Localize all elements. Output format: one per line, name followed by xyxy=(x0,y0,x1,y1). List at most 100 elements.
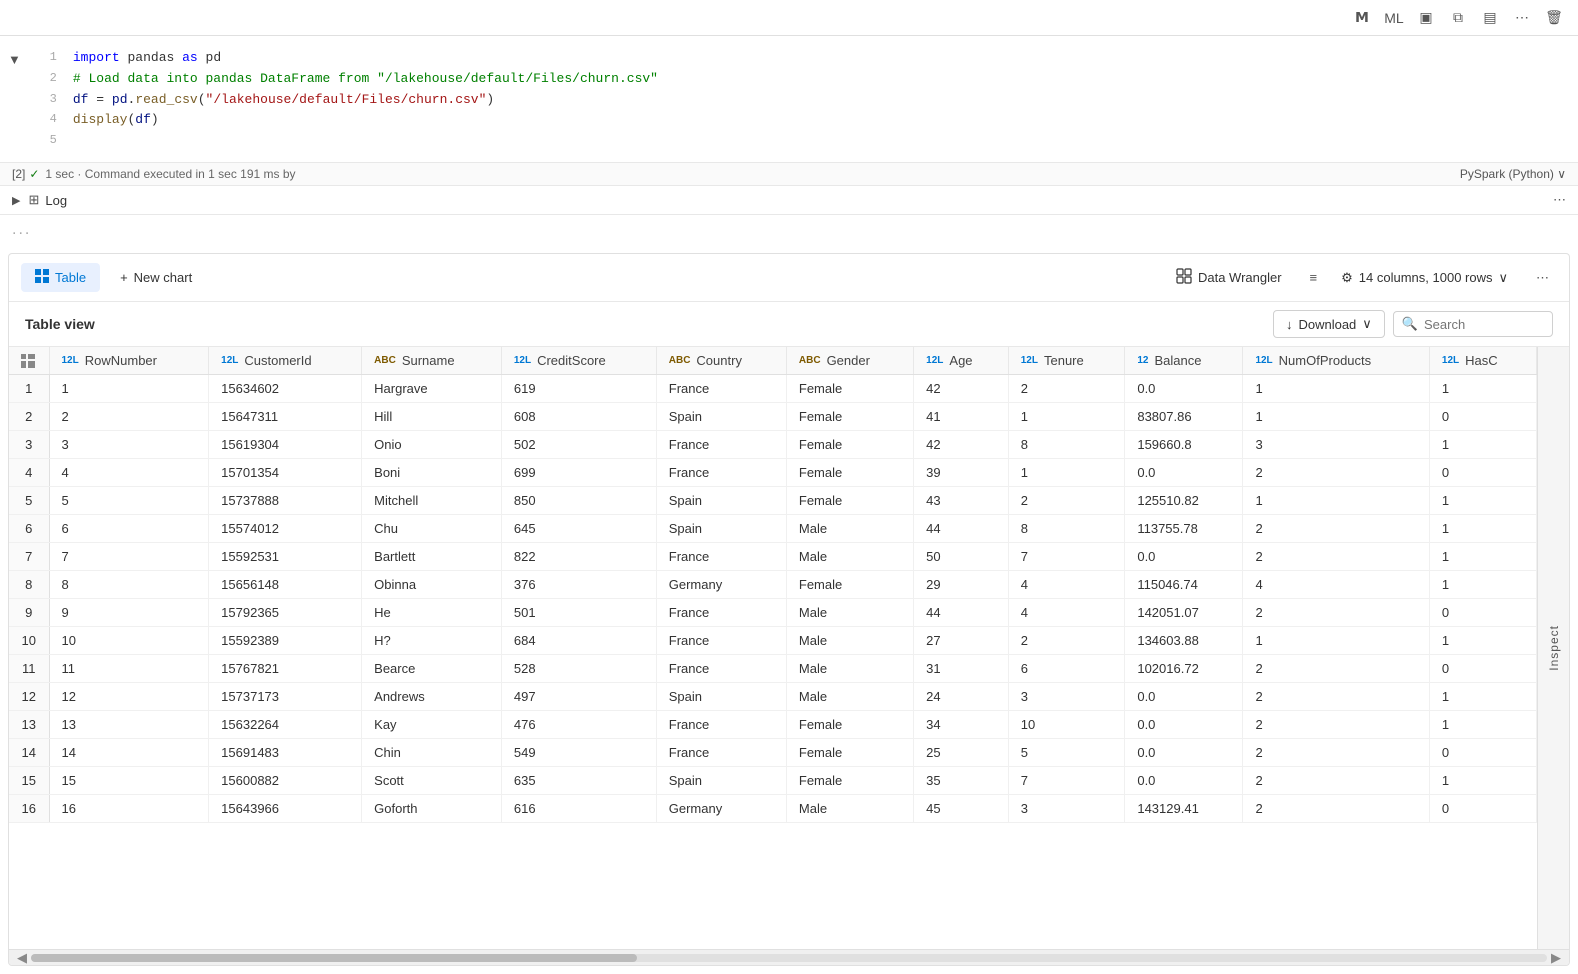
table-cell: 2 xyxy=(1243,655,1429,683)
table-row: 8815656148Obinna376GermanyFemale29411504… xyxy=(9,571,1537,599)
table-cell: 15 xyxy=(49,767,209,795)
table-cell: 0 xyxy=(1429,739,1536,767)
log-expand-icon: ▶ xyxy=(12,194,20,207)
table-cell: Spain xyxy=(656,487,786,515)
data-table-wrapper[interactable]: 12L RowNumber 12L CustomerId ABC Surname… xyxy=(9,347,1537,949)
delete-icon[interactable]: 🗑 xyxy=(1542,6,1566,30)
h-scroll-area[interactable]: ◀ ▶ xyxy=(9,949,1569,965)
table-cell: Male xyxy=(786,515,913,543)
table-cell: 4 xyxy=(1008,571,1125,599)
table-cell: 2 xyxy=(1243,459,1429,487)
table-tab-icon xyxy=(35,269,49,286)
data-wrangler-button[interactable]: Data Wrangler xyxy=(1164,262,1294,293)
scroll-right-arrow[interactable]: ▶ xyxy=(1547,950,1565,966)
table-cell: Chin xyxy=(362,739,502,767)
table-cell: 25 xyxy=(914,739,1009,767)
table-cell: 501 xyxy=(501,599,656,627)
runtime-label[interactable]: PySpark (Python) ∨ xyxy=(1460,167,1566,181)
top-toolbar: 𝗠 МL ▣ ⧉ ▤ ⋯ 🗑 xyxy=(0,0,1578,36)
h-scroll-track[interactable] xyxy=(31,954,1547,962)
log-label: Log xyxy=(45,193,67,208)
cell-toggle[interactable]: ▼ xyxy=(0,48,29,71)
search-input[interactable] xyxy=(1424,317,1544,332)
inspect-panel[interactable]: Inspect xyxy=(1537,347,1569,949)
table-row: 121215737173Andrews497SpainMale2430.021 xyxy=(9,683,1537,711)
new-chart-button[interactable]: + New chart xyxy=(108,264,204,291)
table-cell: 39 xyxy=(914,459,1009,487)
table-cell: 14 xyxy=(49,739,209,767)
row-number-cell: 16 xyxy=(9,795,49,823)
monitor-icon[interactable]: ▣ xyxy=(1414,6,1438,30)
columns-info-label: 14 columns, 1000 rows xyxy=(1359,270,1493,285)
search-box[interactable]: 🔍 xyxy=(1393,311,1553,337)
table-tab[interactable]: Table xyxy=(21,263,100,292)
table-row: 2215647311Hill608SpainFemale41183807.861… xyxy=(9,403,1537,431)
table-cell: Female xyxy=(786,767,913,795)
table-cell: 42 xyxy=(914,431,1009,459)
gear-icon: ⚙ xyxy=(1341,270,1353,286)
columns-chevron-icon: ∨ xyxy=(1498,270,1508,286)
table-cell: 35 xyxy=(914,767,1009,795)
ml-icon[interactable]: МL xyxy=(1382,6,1406,30)
table-cell: 2 xyxy=(49,403,209,431)
table-cell: 44 xyxy=(914,599,1009,627)
table-cell: 27 xyxy=(914,627,1009,655)
h-scroll-thumb[interactable] xyxy=(31,954,637,962)
table-cell: France xyxy=(656,599,786,627)
table-cell: 125510.82 xyxy=(1125,487,1243,515)
table-cell: Male xyxy=(786,627,913,655)
table-cell: 2 xyxy=(1008,375,1125,403)
table-cell: 50 xyxy=(914,543,1009,571)
row-number-cell: 6 xyxy=(9,515,49,543)
notebook-icon[interactable]: 𝗠 xyxy=(1350,6,1374,30)
table-row: 1115634602Hargrave619FranceFemale4220.01… xyxy=(9,375,1537,403)
filter-icon[interactable]: ≡ xyxy=(1306,266,1322,289)
table-cell: 635 xyxy=(501,767,656,795)
table-cell: Male xyxy=(786,599,913,627)
table-cell: 2 xyxy=(1243,711,1429,739)
scroll-left-arrow[interactable]: ◀ xyxy=(13,950,31,966)
columns-info[interactable]: ⚙ 14 columns, 1000 rows ∨ xyxy=(1333,266,1516,290)
table-cell: Germany xyxy=(656,571,786,599)
table-content-area: 12L RowNumber 12L CustomerId ABC Surname… xyxy=(9,347,1569,949)
table-cell: 6 xyxy=(49,515,209,543)
table-cell: 616 xyxy=(501,795,656,823)
row-number-cell: 7 xyxy=(9,543,49,571)
dots-row: ... xyxy=(0,215,1578,245)
table-row: 111115767821Bearce528FranceMale316102016… xyxy=(9,655,1537,683)
log-row[interactable]: ▶ ⊞ Log ⋯ xyxy=(0,186,1578,215)
table-cell: France xyxy=(656,375,786,403)
table-cell: 143129.41 xyxy=(1125,795,1243,823)
table-cell: 8 xyxy=(1008,431,1125,459)
more-toolbar-icon[interactable]: ⋯ xyxy=(1510,6,1534,30)
table-cell: Female xyxy=(786,571,913,599)
present-icon[interactable]: ▤ xyxy=(1478,6,1502,30)
table-more-button[interactable]: ⋯ xyxy=(1528,266,1557,290)
table-cell: 3 xyxy=(1008,683,1125,711)
download-button[interactable]: ↓ Download ∨ xyxy=(1273,310,1385,338)
row-number-cell: 3 xyxy=(9,431,49,459)
log-grid-icon: ⊞ xyxy=(28,192,39,208)
table-cell: Bearce xyxy=(362,655,502,683)
table-cell: 2 xyxy=(1008,487,1125,515)
table-cell: 0.0 xyxy=(1125,739,1243,767)
copy-icon[interactable]: ⧉ xyxy=(1446,6,1470,30)
table-cell: 15701354 xyxy=(209,459,362,487)
table-cell: 0.0 xyxy=(1125,543,1243,571)
table-cell: 1 xyxy=(1429,627,1536,655)
row-number-cell: 14 xyxy=(9,739,49,767)
row-number-cell: 1 xyxy=(9,375,49,403)
table-cell: 4 xyxy=(1008,599,1125,627)
table-cell: 619 xyxy=(501,375,656,403)
table-row: 131315632264Kay476FranceFemale34100.021 xyxy=(9,711,1537,739)
table-cell: 8 xyxy=(1008,515,1125,543)
table-cell: 0.0 xyxy=(1125,459,1243,487)
log-more-icon[interactable]: ⋯ xyxy=(1553,192,1566,208)
table-cell: 10 xyxy=(49,627,209,655)
table-cell: Andrews xyxy=(362,683,502,711)
table-cell: Hill xyxy=(362,403,502,431)
row-number-cell: 13 xyxy=(9,711,49,739)
exec-status-text: 1 sec · Command executed in 1 sec 191 ms… xyxy=(45,167,295,181)
table-cell: 1 xyxy=(1243,487,1429,515)
table-row: 161615643966Goforth616GermanyMale4531431… xyxy=(9,795,1537,823)
